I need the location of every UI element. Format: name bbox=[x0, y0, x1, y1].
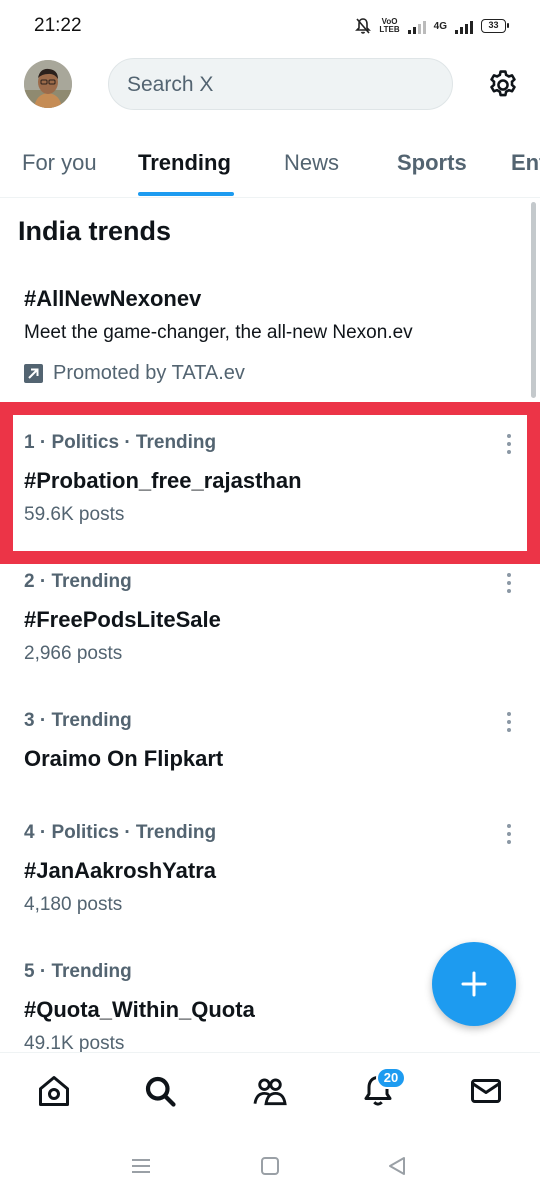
battery-icon: 33 bbox=[481, 19, 509, 33]
signal-bars-2-icon bbox=[455, 18, 473, 34]
more-options-icon[interactable] bbox=[501, 571, 517, 595]
back-system-button[interactable] bbox=[385, 1154, 409, 1178]
status-time: 21:22 bbox=[34, 15, 82, 36]
more-options-icon[interactable] bbox=[501, 710, 517, 734]
section-title: India trends bbox=[18, 216, 172, 246]
tab-sports[interactable]: Sports bbox=[397, 150, 467, 176]
tab-trending[interactable]: Trending bbox=[138, 150, 231, 176]
network-type: 4G bbox=[433, 20, 447, 32]
messages-icon bbox=[471, 1079, 501, 1103]
trend-post-count: 59.6K posts bbox=[24, 504, 125, 525]
trend-name: #JanAakroshYatra bbox=[24, 858, 216, 883]
nav-home[interactable] bbox=[34, 1071, 74, 1111]
tab-for-you[interactable]: For you bbox=[22, 150, 97, 176]
mute-bell-icon bbox=[355, 18, 372, 34]
tab-bar: For you Trending News Sports Ent bbox=[0, 140, 540, 198]
more-options-icon[interactable] bbox=[501, 822, 517, 846]
trend-meta: 1 · Politics · Trending bbox=[24, 432, 217, 453]
trend-item[interactable]: 1 · Politics · Trending #Probation_free_… bbox=[24, 432, 524, 526]
system-nav-bar bbox=[0, 1132, 540, 1200]
trend-meta: 2 · Trending bbox=[24, 571, 132, 592]
nav-messages[interactable] bbox=[466, 1071, 506, 1111]
nav-communities[interactable] bbox=[250, 1071, 290, 1111]
tab-entertainment[interactable]: Ent bbox=[511, 150, 540, 176]
signal-bars-1-icon bbox=[407, 18, 426, 34]
volte-indicator: VoO LTEB bbox=[379, 17, 400, 34]
recent-apps-button[interactable] bbox=[129, 1154, 153, 1178]
trend-post-count: 2,966 posts bbox=[24, 643, 123, 664]
status-bar: 21:22 VoO LTEB 4G 33 bbox=[0, 0, 540, 50]
profile-photo-icon bbox=[24, 60, 72, 108]
status-icons: VoO LTEB 4G 33 bbox=[355, 14, 509, 38]
more-options-icon[interactable] bbox=[501, 432, 517, 456]
promoted-by: Promoted by TATA.ev bbox=[24, 362, 245, 385]
promoted-arrow-icon bbox=[24, 364, 43, 383]
top-header: Search X bbox=[0, 50, 540, 120]
back-triangle-icon bbox=[389, 1157, 405, 1175]
plus-icon bbox=[461, 971, 487, 997]
search-placeholder: Search X bbox=[127, 73, 214, 96]
avatar[interactable] bbox=[24, 60, 72, 108]
compose-button[interactable] bbox=[432, 942, 516, 1026]
promoted-trend-description: Meet the game-changer, the all-new Nexon… bbox=[24, 322, 413, 343]
trend-item[interactable]: 2 · Trending #FreePodsLiteSale 2,966 pos… bbox=[24, 571, 524, 665]
nav-explore[interactable] bbox=[140, 1071, 180, 1111]
trend-name: Oraimo On Flipkart bbox=[24, 746, 224, 771]
active-tab-indicator bbox=[138, 192, 234, 196]
square-icon bbox=[261, 1157, 279, 1175]
trend-name: #FreePodsLiteSale bbox=[24, 607, 221, 632]
trend-post-count: 4,180 posts bbox=[24, 894, 123, 915]
home-icon bbox=[39, 1076, 69, 1106]
trend-name: #Probation_free_rajasthan bbox=[24, 468, 302, 493]
menu-lines-icon bbox=[132, 1159, 150, 1173]
promoted-by-label: Promoted by TATA.ev bbox=[53, 362, 245, 384]
promoted-trend-title: #AllNewNexonev bbox=[24, 286, 202, 311]
search-input[interactable]: Search X bbox=[108, 58, 453, 110]
trend-item[interactable]: 4 · Politics · Trending #JanAakroshYatra… bbox=[24, 822, 524, 916]
notification-badge: 20 bbox=[376, 1067, 406, 1089]
trend-item[interactable]: 3 · Trending Oraimo On Flipkart bbox=[24, 710, 524, 774]
home-system-button[interactable] bbox=[258, 1154, 282, 1178]
trend-meta: 3 · Trending bbox=[24, 710, 132, 731]
trend-meta: 4 · Politics · Trending bbox=[24, 822, 217, 843]
search-icon bbox=[145, 1076, 176, 1107]
gear-icon bbox=[490, 70, 516, 97]
settings-button[interactable] bbox=[484, 66, 522, 104]
bottom-nav: 20 bbox=[0, 1052, 540, 1132]
communities-icon bbox=[253, 1078, 287, 1106]
tab-news[interactable]: News bbox=[284, 150, 339, 176]
scrollbar[interactable] bbox=[531, 202, 536, 398]
